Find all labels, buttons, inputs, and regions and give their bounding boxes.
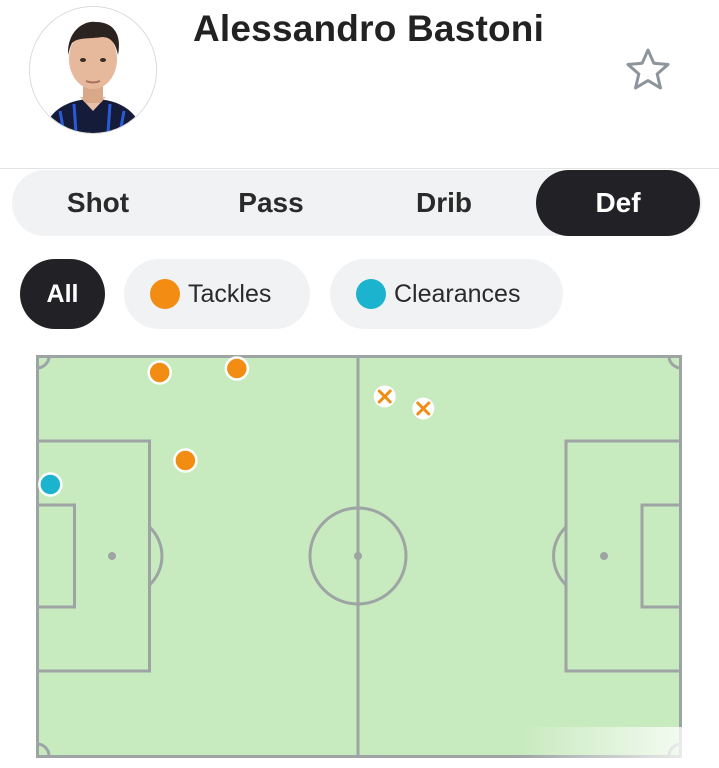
tackle-lost-marker[interactable] xyxy=(373,385,396,408)
action-type-tabs: Shot Pass Drib Def xyxy=(12,170,702,236)
filter-tackles-label: Tackles xyxy=(188,279,272,308)
player-name: Alessandro Bastoni xyxy=(193,8,545,49)
tackles-legend-dot xyxy=(150,279,180,309)
pitch-map xyxy=(36,355,682,758)
tackle-won-marker[interactable] xyxy=(173,448,198,473)
player-header: Alessandro Bastoni xyxy=(0,0,719,168)
filter-tackles-chip[interactable]: Tackles xyxy=(124,259,310,329)
filter-all-chip[interactable]: All xyxy=(20,259,105,329)
filter-all-label: All xyxy=(46,279,79,308)
filter-chips: All Tackles Clearances xyxy=(20,259,710,329)
center-spot xyxy=(354,552,362,560)
tab-drib[interactable]: Drib xyxy=(358,170,530,236)
left-penalty-spot xyxy=(108,552,116,560)
clearances-legend-dot xyxy=(356,279,386,309)
pitch-svg xyxy=(36,355,682,758)
edge-fade xyxy=(519,727,719,768)
filter-clearances-chip[interactable]: Clearances xyxy=(330,259,563,329)
filter-clearances-label: Clearances xyxy=(394,279,521,308)
tackle-won-marker[interactable] xyxy=(147,360,172,385)
tab-def[interactable]: Def xyxy=(536,170,700,236)
tab-shot[interactable]: Shot xyxy=(12,170,184,236)
player-photo-icon xyxy=(30,7,156,133)
player-avatar xyxy=(29,6,157,134)
tab-pass[interactable]: Pass xyxy=(184,170,358,236)
heatmap-panel: Shot Pass Drib Def All Tackles Clearance… xyxy=(0,169,719,768)
tackle-lost-marker[interactable] xyxy=(412,397,435,420)
tackle-won-marker[interactable] xyxy=(224,356,250,381)
clearance-won-marker[interactable] xyxy=(38,472,63,497)
star-icon xyxy=(626,48,670,90)
right-penalty-spot xyxy=(600,552,608,560)
favorite-star-button[interactable] xyxy=(624,46,672,94)
